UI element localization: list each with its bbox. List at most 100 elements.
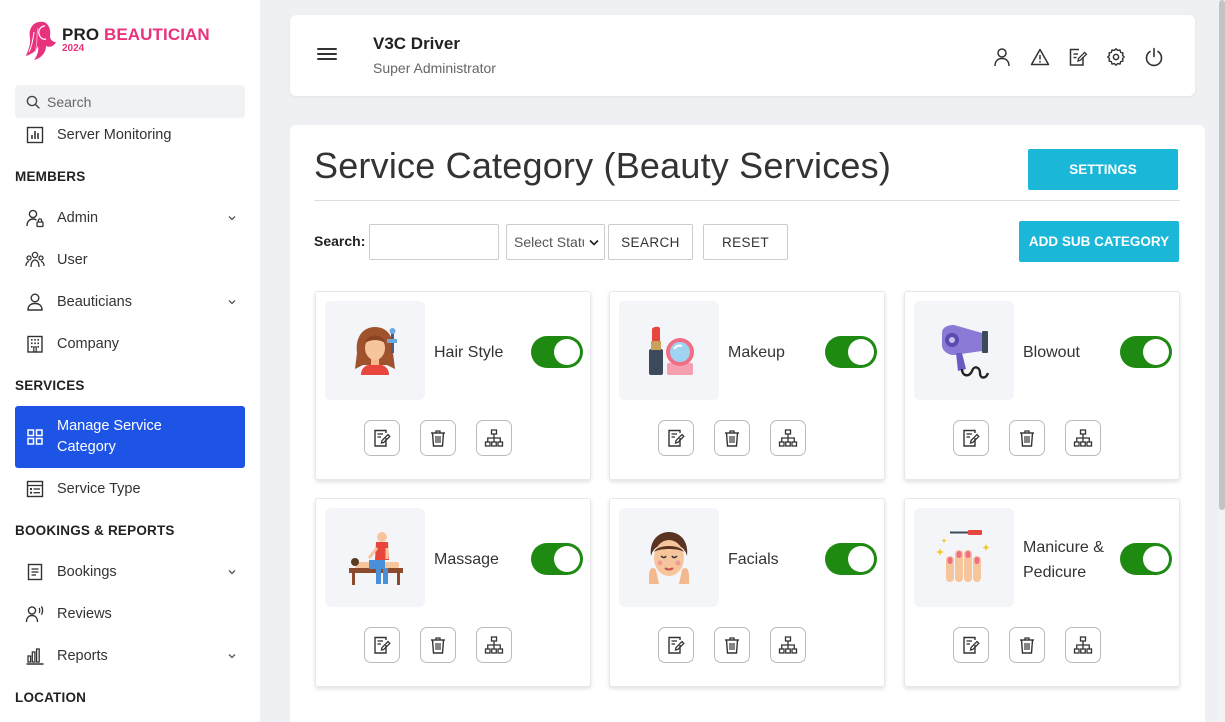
building-icon [27, 335, 43, 353]
edit-button[interactable] [953, 627, 989, 663]
top-header: V3C Driver Super Administrator [290, 15, 1195, 96]
trash-icon [1020, 430, 1034, 447]
status-toggle[interactable] [1120, 336, 1172, 368]
edit-button[interactable] [953, 420, 989, 456]
add-sub-category-button[interactable]: ADD SUB CATEGORY [1019, 221, 1179, 262]
sidebar-item-user[interactable]: User [15, 243, 245, 277]
hierarchy-button[interactable] [476, 627, 512, 663]
category-thumb [619, 301, 719, 400]
sidebar-item-label: Beauticians [57, 294, 132, 310]
section-location: LOCATION [15, 690, 87, 705]
sidebar-item-reviews[interactable]: Reviews [15, 597, 245, 631]
edit-button[interactable] [658, 420, 694, 456]
makeup-icon [649, 326, 694, 375]
grid-icon [27, 429, 43, 445]
hierarchy-button[interactable] [1065, 420, 1101, 456]
page-scrollbar[interactable] [1219, 0, 1225, 722]
menu-icon[interactable] [317, 48, 337, 62]
sidebar-item-bookings[interactable]: Bookings [15, 555, 245, 589]
sidebar-item-label: Bookings [57, 564, 117, 580]
logo-woman-icon [26, 21, 56, 61]
sidebar-item-label: Reports [57, 648, 108, 664]
delete-button[interactable] [1009, 420, 1045, 456]
sidebar-item-manage-service-category[interactable]: Manage Service Category [15, 406, 245, 468]
document-icon [27, 563, 43, 581]
status-toggle[interactable] [531, 543, 583, 575]
search-button[interactable]: SEARCH [608, 224, 693, 260]
hierarchy-button[interactable] [770, 627, 806, 663]
main-panel: Service Category (Beauty Services) SETTI… [290, 125, 1205, 722]
trash-icon [431, 430, 445, 447]
chevron-down-icon [228, 216, 236, 221]
status-toggle[interactable] [825, 336, 877, 368]
user-role: Super Administrator [373, 60, 496, 76]
status-toggle[interactable] [825, 543, 877, 575]
category-card: Hair Style [315, 291, 591, 480]
sidebar-item-service-type[interactable]: Service Type [15, 472, 245, 506]
sidebar-item-label: Server Monitoring [57, 127, 172, 143]
scrollbar-thumb[interactable] [1219, 0, 1225, 510]
trash-icon [725, 430, 739, 447]
brand-logo[interactable]: PRO BEAUTICIAN 2024 [24, 18, 210, 62]
trash-icon [431, 637, 445, 654]
delete-button[interactable] [714, 420, 750, 456]
edit-button[interactable] [658, 627, 694, 663]
chevron-down-icon [228, 570, 236, 575]
sidebar: PRO BEAUTICIAN 2024 Search Server Monito… [0, 0, 260, 722]
hair-style-icon [355, 326, 397, 375]
delete-button[interactable] [714, 627, 750, 663]
alert-icon[interactable] [1029, 46, 1051, 68]
brand-year: 2024 [62, 43, 85, 54]
delete-button[interactable] [420, 420, 456, 456]
sidebar-item-label: Company [57, 336, 120, 352]
status-toggle[interactable] [531, 336, 583, 368]
delete-button[interactable] [420, 627, 456, 663]
hierarchy-button[interactable] [1065, 627, 1101, 663]
power-icon[interactable] [1143, 46, 1165, 68]
chevron-down-icon [228, 654, 236, 659]
massage-icon [349, 531, 403, 585]
sidebar-item-label: User [57, 252, 88, 268]
category-thumb [914, 301, 1014, 400]
sidebar-item-admin[interactable]: Admin [15, 201, 245, 235]
delete-button[interactable] [1009, 627, 1045, 663]
edit-icon [963, 636, 980, 654]
chevron-down-icon [589, 239, 599, 246]
status-toggle[interactable] [1120, 543, 1172, 575]
person-icon [27, 293, 43, 311]
category-name: Makeup [728, 344, 785, 361]
reset-button[interactable]: RESET [703, 224, 788, 260]
list-icon [26, 480, 44, 498]
search-input[interactable] [369, 224, 499, 260]
hierarchy-button[interactable] [770, 420, 806, 456]
category-thumb [619, 508, 719, 607]
category-thumb [325, 301, 425, 400]
page-title: Service Category (Beauty Services) [314, 145, 892, 186]
category-name: Massage [434, 551, 499, 568]
category-name: Hair Style [434, 344, 504, 361]
sidebar-item-beauticians[interactable]: Beauticians [15, 285, 245, 319]
settings-button[interactable]: SETTINGS [1028, 149, 1178, 190]
brand-name-part2: BEAUTICIAN [103, 25, 210, 44]
header-actions [975, 46, 1165, 68]
category-card: Blowout [904, 291, 1180, 480]
edit-button[interactable] [364, 627, 400, 663]
sidebar-search[interactable]: Search [15, 85, 245, 118]
edit-icon[interactable] [1067, 46, 1089, 68]
sidebar-item-reports[interactable]: Reports [15, 639, 245, 673]
sitemap-icon [778, 636, 798, 654]
status-select[interactable]: Select Status [506, 224, 605, 260]
edit-button[interactable] [364, 420, 400, 456]
sitemap-icon [1073, 636, 1093, 654]
settings-icon[interactable] [1105, 46, 1127, 68]
title-divider [314, 200, 1180, 201]
trash-icon [1020, 637, 1034, 654]
hierarchy-button[interactable] [476, 420, 512, 456]
profile-icon[interactable] [991, 46, 1013, 68]
sidebar-search-placeholder: Search [47, 93, 92, 110]
section-bookings-reports: BOOKINGS & REPORTS [15, 523, 175, 538]
sidebar-item-label: Service Type [57, 481, 141, 497]
trash-icon [725, 637, 739, 654]
sidebar-item-company[interactable]: Company [15, 327, 245, 361]
sidebar-item-server-monitoring[interactable]: Server Monitoring [15, 118, 245, 152]
